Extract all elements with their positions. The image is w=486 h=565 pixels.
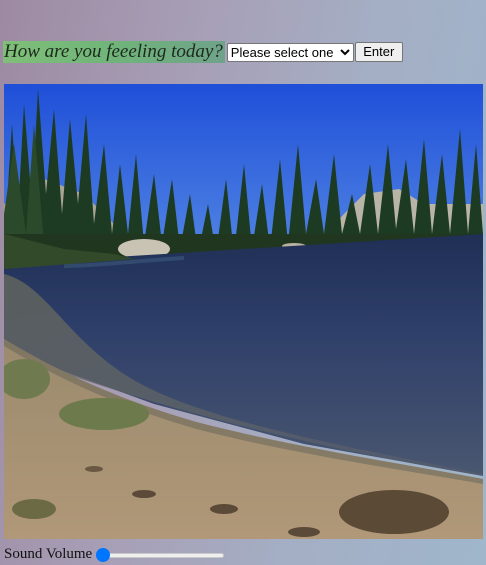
- volume-slider-track[interactable]: [98, 553, 225, 558]
- lake-landscape-image: [4, 84, 483, 539]
- mood-select-value: Please select one: [230, 44, 334, 60]
- volume-slider-thumb[interactable]: [96, 548, 111, 562]
- mood-select[interactable]: Please select one: [226, 42, 354, 62]
- volume-row: Sound Volume: [4, 544, 225, 564]
- mood-question: How are you feeeling today?: [3, 41, 225, 63]
- mood-prompt-row: How are you feeeling today? Please selec…: [3, 41, 403, 63]
- volume-slider[interactable]: [96, 546, 225, 562]
- chevron-down-icon: [340, 48, 350, 55]
- enter-button[interactable]: Enter: [354, 42, 403, 62]
- volume-label: Sound Volume: [4, 546, 93, 562]
